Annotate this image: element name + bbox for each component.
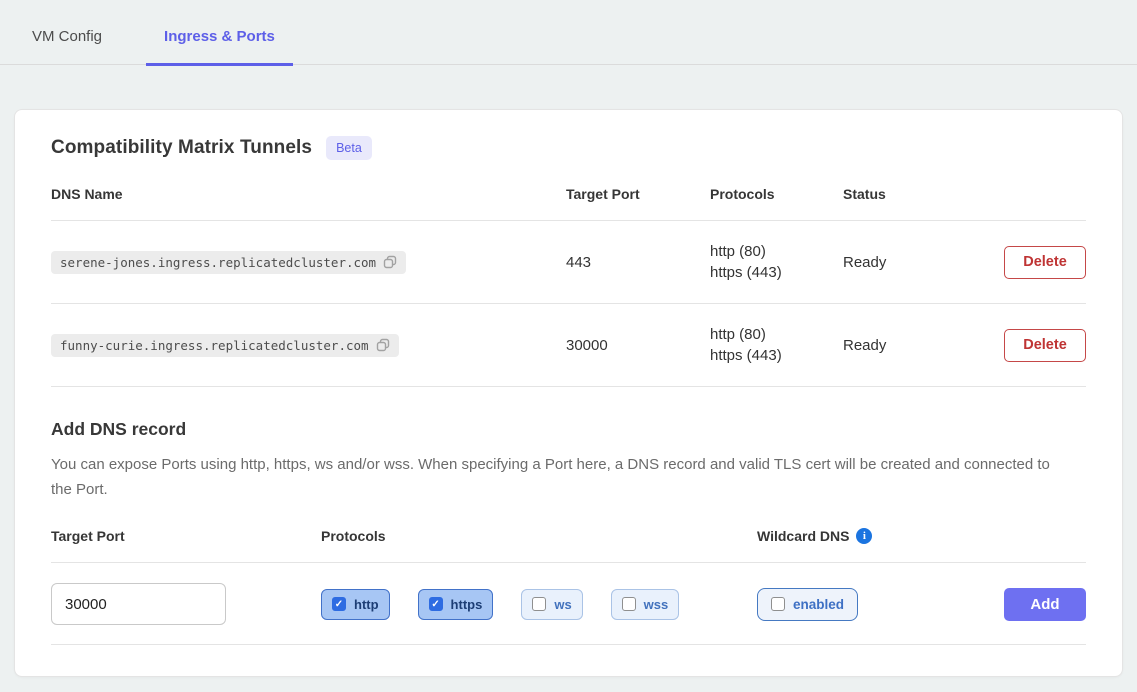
copy-icon[interactable]: [376, 338, 391, 353]
tunnels-table-header: DNS Name Target Port Protocols Status: [51, 186, 1086, 221]
form-header-target-port: Target Port: [51, 528, 321, 544]
tab-ingress-ports[interactable]: Ingress & Ports: [146, 20, 293, 64]
status-cell: Ready: [843, 254, 985, 271]
dns-name-cell: serene-jones.ingress.replicatedcluster.c…: [51, 251, 566, 274]
protocol-label: ws: [554, 597, 571, 612]
protocols-cell: http (80) https (443): [710, 324, 843, 366]
add-form-header: Target Port Protocols Wildcard DNS i: [51, 528, 1086, 563]
protocol-checkbox-http[interactable]: ✓ http: [321, 589, 390, 620]
wildcard-and-add: ✓ enabled Add: [757, 588, 1086, 621]
card-bottom-divider: [51, 644, 1086, 660]
info-icon[interactable]: i: [856, 528, 872, 544]
wildcard-dns-label: Wildcard DNS: [757, 528, 849, 544]
protocols-group: ✓ http ✓ https ✓ ws ✓ wss: [321, 589, 757, 620]
tab-bar: VM Config Ingress & Ports: [0, 0, 1137, 65]
target-port-input[interactable]: [51, 583, 226, 625]
wildcard-enabled-label: enabled: [793, 597, 844, 612]
add-button[interactable]: Add: [1004, 588, 1086, 621]
protocol-line: http (80): [710, 241, 843, 262]
dns-name-cell: funny-curie.ingress.replicatedcluster.co…: [51, 334, 566, 357]
form-header-wildcard-dns: Wildcard DNS i: [757, 528, 1086, 544]
protocol-checkbox-https[interactable]: ✓ https: [418, 589, 494, 620]
protocol-line: http (80): [710, 324, 843, 345]
protocol-label: wss: [644, 597, 669, 612]
page-title: Compatibility Matrix Tunnels: [51, 137, 312, 159]
protocol-label: http: [354, 597, 379, 612]
col-header-target-port: Target Port: [566, 186, 710, 202]
table-row: serene-jones.ingress.replicatedcluster.c…: [51, 221, 1086, 304]
card-title-row: Compatibility Matrix Tunnels Beta: [51, 136, 1086, 160]
col-header-protocols: Protocols: [710, 186, 843, 202]
target-port-cell: 30000: [566, 337, 710, 354]
protocol-label: https: [451, 597, 483, 612]
status-cell: Ready: [843, 337, 985, 354]
table-row: funny-curie.ingress.replicatedcluster.co…: [51, 304, 1086, 387]
protocol-checkbox-wss[interactable]: ✓ wss: [611, 589, 680, 620]
dns-name-text: serene-jones.ingress.replicatedcluster.c…: [60, 255, 376, 270]
dns-name-pill: serene-jones.ingress.replicatedcluster.c…: [51, 251, 406, 274]
checkbox-icon: ✓: [532, 597, 546, 611]
col-header-dns-name: DNS Name: [51, 186, 566, 202]
checkbox-icon: ✓: [771, 597, 785, 611]
protocols-cell: http (80) https (443): [710, 241, 843, 283]
tab-vm-config[interactable]: VM Config: [14, 20, 120, 64]
wildcard-enabled-checkbox[interactable]: ✓ enabled: [757, 588, 858, 621]
add-form-row: ✓ http ✓ https ✓ ws ✓ wss ✓ enabled Add: [51, 583, 1086, 625]
checkbox-icon: ✓: [332, 597, 346, 611]
col-header-status: Status: [843, 186, 985, 202]
checkbox-icon: ✓: [622, 597, 636, 611]
target-port-cell: 443: [566, 254, 710, 271]
protocol-line: https (443): [710, 345, 843, 366]
protocol-checkbox-ws[interactable]: ✓ ws: [521, 589, 582, 620]
beta-badge: Beta: [326, 136, 372, 160]
protocol-line: https (443): [710, 262, 843, 283]
delete-button[interactable]: Delete: [1004, 246, 1086, 279]
delete-button[interactable]: Delete: [1004, 329, 1086, 362]
checkbox-icon: ✓: [429, 597, 443, 611]
copy-icon[interactable]: [383, 255, 398, 270]
target-port-field-wrap: [51, 583, 321, 625]
add-dns-description: You can expose Ports using http, https, …: [51, 452, 1061, 502]
dns-name-text: funny-curie.ingress.replicatedcluster.co…: [60, 338, 369, 353]
dns-name-pill: funny-curie.ingress.replicatedcluster.co…: [51, 334, 399, 357]
form-header-protocols: Protocols: [321, 528, 757, 544]
tunnels-card: Compatibility Matrix Tunnels Beta DNS Na…: [14, 109, 1123, 677]
add-dns-heading: Add DNS record: [51, 419, 1086, 440]
